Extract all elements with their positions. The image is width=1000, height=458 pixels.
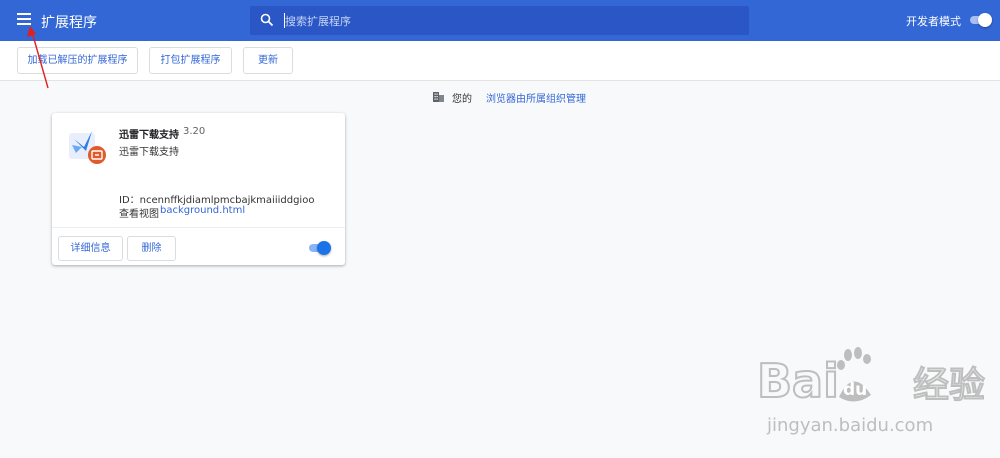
update-button[interactable]: 更新 [243,47,293,74]
card-divider [52,227,345,228]
extension-version: 3.20 [183,126,206,137]
toolbar: 加载已解压的扩展程序 打包扩展程序 更新 [0,41,1000,81]
building-icon [433,92,444,102]
svg-text:Bai: Bai [757,354,839,408]
thunder-extension-icon [69,131,106,164]
extension-id: ID：ncennffkjdiamlpmcbajkmaiiiddgioo [119,195,315,206]
extension-name: 迅雷下载支持 [119,130,179,141]
baidu-watermark-logo: Bai 经验 du [756,347,986,409]
hamburger-menu-icon[interactable] [17,12,31,26]
app-header: 扩展程序 开发者模式 [0,0,1000,41]
search-box[interactable] [250,6,749,37]
annotation-arrow-icon [27,26,49,89]
search-icon [260,13,274,27]
extension-card: 迅雷下载支持 3.20 迅雷下载支持 ID：ncennffkjdiamlpmcb… [52,113,345,265]
svg-text:du: du [843,380,867,400]
search-input[interactable] [283,6,737,37]
background-page-link[interactable]: background.html [160,205,245,216]
dev-mode-toggle[interactable] [968,13,992,27]
pack-extension-button[interactable]: 打包扩展程序 [149,47,232,74]
remove-button[interactable]: 删除 [127,236,176,261]
extension-enable-toggle[interactable] [307,241,331,255]
inspect-views-label: 查看视图 [119,209,159,220]
details-button[interactable]: 详细信息 [58,236,123,261]
managed-notice-prefix: 您的 [452,94,472,105]
extension-description: 迅雷下载支持 [119,147,179,158]
watermark-url: jingyan.baidu.com [767,415,934,436]
managed-notice-link[interactable]: 浏览器由所属组织管理 [486,90,586,105]
svg-text:经验: 经验 [913,365,985,406]
dev-mode-label: 开发者模式 [906,15,961,28]
baidu-jingyan-watermark: Bai 经验 du jingyan.baidu.com [755,345,987,440]
